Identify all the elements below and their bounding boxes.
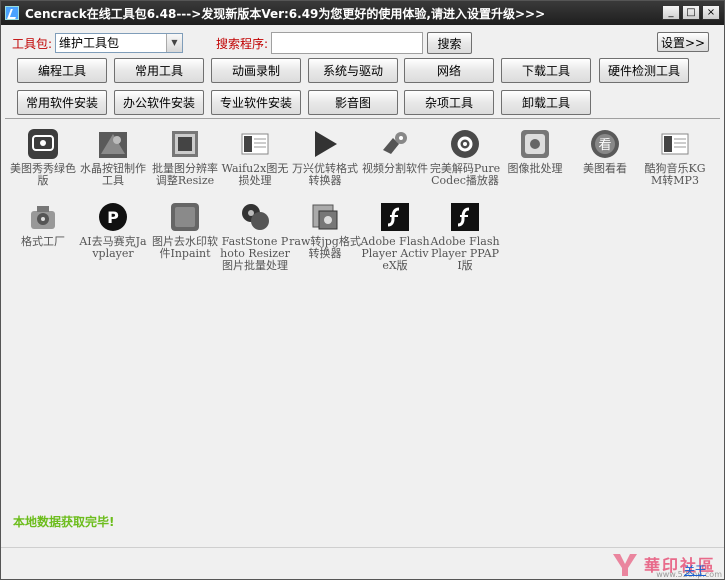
top-toolbar: 工具包: 维护工具包 ▼ 搜索程序: 搜索 设置>>: [1, 31, 724, 55]
inpaint-icon: [169, 201, 201, 233]
watermark-logo-icon: [610, 550, 640, 578]
chevron-down-icon[interactable]: ▼: [166, 34, 182, 52]
tool-item[interactable]: FastStone Photo Resizer图片批量处理: [219, 201, 291, 272]
category-button-system-driver[interactable]: 系统与驱动: [308, 58, 398, 83]
package-label: 工具包:: [12, 37, 53, 51]
window-title: Cencrack在线工具包6.48--->发现新版本Ver:6.49为您更好的使…: [25, 6, 546, 21]
settings-button[interactable]: 设置>>: [657, 32, 709, 52]
purecodec-icon: [449, 128, 481, 160]
category-button-misc[interactable]: 杂项工具: [404, 90, 494, 115]
tool-item[interactable]: 格式工厂: [7, 201, 79, 248]
about-link[interactable]: 关于: [684, 562, 706, 578]
category-button-animation[interactable]: 动画录制: [211, 58, 301, 83]
meitu-icon: [27, 128, 59, 160]
main-window: Cencrack在线工具包6.48--->发现新版本Ver:6.49为您更好的使…: [0, 0, 725, 580]
tool-item[interactable]: 万兴优转格式转换器: [289, 128, 361, 187]
package-select[interactable]: 维护工具包 ▼: [55, 33, 183, 53]
image-batch-icon: [519, 128, 551, 160]
tool-grid: 美图秀秀绿色版 水晶按钮制作工具 批量图分辨率调整Resize Waifu2x图…: [7, 123, 720, 543]
video-split-icon: [379, 128, 411, 160]
tool-item[interactable]: 水晶按钮制作工具: [77, 128, 149, 187]
package-selected-value: 维护工具包: [59, 36, 120, 50]
format-factory-icon: [27, 201, 59, 233]
category-button-media[interactable]: 影音图: [308, 90, 398, 115]
title-bar: Cencrack在线工具包6.48--->发现新版本Ver:6.49为您更好的使…: [1, 1, 724, 25]
tool-item[interactable]: 完美解码PureCodec播放器: [429, 128, 501, 187]
category-button-uninstall[interactable]: 卸载工具: [501, 90, 591, 115]
svg-text:P: P: [107, 208, 119, 227]
tool-item[interactable]: raw转jpg格式转换器: [289, 201, 361, 260]
tool-item[interactable]: 美图秀秀绿色版: [7, 128, 79, 187]
faststone-icon: [239, 201, 271, 233]
kgm-icon: [659, 128, 691, 160]
tool-item[interactable]: 图像批处理: [499, 128, 571, 175]
flash-ppapi-icon: [449, 201, 481, 233]
category-button-common[interactable]: 常用工具: [114, 58, 204, 83]
javplayer-icon: P: [97, 201, 129, 233]
tool-item[interactable]: Waifu2x图无损处理: [219, 128, 291, 187]
tool-item[interactable]: P AI去马赛克Javplayer: [77, 201, 149, 260]
window-controls: _ □ ×: [662, 5, 720, 20]
app-logo-icon: [5, 6, 19, 20]
maximize-button[interactable]: □: [682, 5, 700, 20]
play-icon: [309, 128, 341, 160]
kankan-icon: 看: [589, 128, 621, 160]
category-button-pro-install[interactable]: 专业软件安装: [211, 90, 301, 115]
batch-resize-icon: [169, 128, 201, 160]
category-button-common-install[interactable]: 常用软件安装: [17, 90, 107, 115]
tool-item[interactable]: Adobe Flash Player ActiveX版: [359, 201, 431, 272]
category-button-hardware[interactable]: 硬件检测工具: [599, 58, 689, 83]
crystal-button-icon: [97, 128, 129, 160]
category-button-office-install[interactable]: 办公软件安装: [114, 90, 204, 115]
category-button-network[interactable]: 网络: [404, 58, 494, 83]
footer: 華印社區 www.52cnp.com 关于: [1, 547, 724, 579]
svg-text:看: 看: [598, 137, 611, 153]
waifu2x-icon: [239, 128, 271, 160]
status-text: 本地数据获取完毕!: [13, 515, 115, 529]
tool-item[interactable]: 酷狗音乐KGM转MP3: [639, 128, 711, 187]
search-button[interactable]: 搜索: [427, 32, 472, 54]
flash-activex-icon: [379, 201, 411, 233]
tool-item[interactable]: 批量图分辨率调整Resize: [149, 128, 221, 187]
raw-convert-icon: [309, 201, 341, 233]
tool-item[interactable]: 视频分割软件: [359, 128, 431, 175]
tool-item[interactable]: 看 美图看看: [569, 128, 641, 175]
category-button-programming[interactable]: 编程工具: [17, 58, 107, 83]
minimize-button[interactable]: _: [662, 5, 680, 20]
tool-item[interactable]: 图片去水印软件Inpaint: [149, 201, 221, 260]
divider: [5, 118, 720, 119]
category-button-download[interactable]: 下载工具: [501, 58, 591, 83]
search-label: 搜索程序:: [216, 37, 269, 51]
close-button[interactable]: ×: [702, 5, 720, 20]
tool-item[interactable]: Adobe Flash Player PPAPI版: [429, 201, 501, 272]
search-input[interactable]: [271, 32, 423, 54]
